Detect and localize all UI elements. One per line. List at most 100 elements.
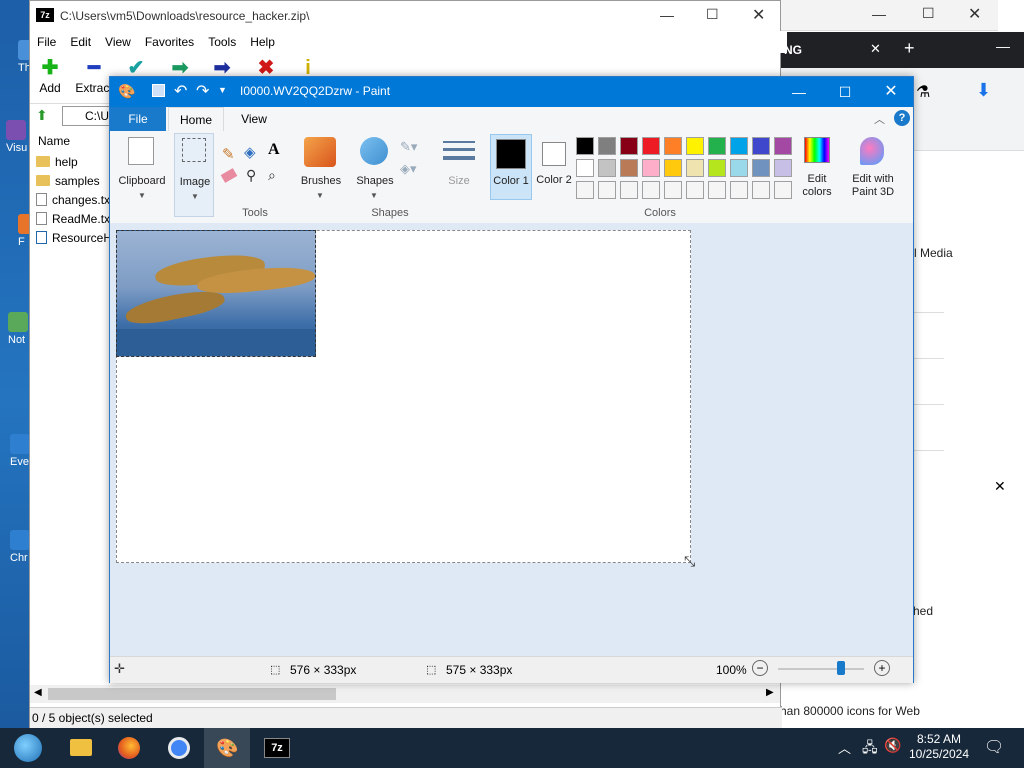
- collapse-ribbon-icon[interactable]: ︿: [874, 111, 885, 127]
- tab-file[interactable]: File: [110, 107, 166, 131]
- color-swatch[interactable]: [620, 181, 638, 199]
- color-swatch[interactable]: [664, 181, 682, 199]
- color-swatch[interactable]: [730, 159, 748, 177]
- save-icon[interactable]: [152, 84, 165, 97]
- maximize-icon[interactable]: ☐: [922, 5, 935, 22]
- color-swatch[interactable]: [576, 181, 594, 199]
- menu-view[interactable]: View: [105, 31, 131, 53]
- image-button[interactable]: Image ▼: [174, 133, 214, 217]
- color-picker-icon[interactable]: ⚲: [246, 167, 256, 184]
- list-item[interactable]: samples: [36, 172, 113, 191]
- horizontal-scrollbar[interactable]: ◀ ▶: [30, 685, 780, 703]
- add-button[interactable]: ✚ Add: [26, 55, 74, 95]
- scroll-left-icon[interactable]: ◀: [34, 687, 42, 698]
- pasted-dolphin-image[interactable]: [116, 230, 316, 357]
- menu-edit[interactable]: Edit: [70, 31, 91, 53]
- flask-icon[interactable]: ⚗: [916, 82, 930, 102]
- tab-home[interactable]: Home: [168, 107, 224, 132]
- color-swatch[interactable]: [642, 159, 660, 177]
- minimize-icon[interactable]: —: [776, 77, 822, 107]
- notifications-icon[interactable]: 🗨: [984, 737, 1004, 757]
- menu-file[interactable]: File: [37, 31, 56, 53]
- color-swatch[interactable]: [642, 181, 660, 199]
- color2-button[interactable]: Color 2: [534, 134, 574, 200]
- taskbar-file-explorer[interactable]: [58, 728, 104, 768]
- color-swatch[interactable]: [620, 159, 638, 177]
- color-swatch[interactable]: [598, 137, 616, 155]
- taskbar-7zip[interactable]: 7z: [252, 728, 298, 768]
- chevron-up-icon[interactable]: ︿: [838, 738, 851, 757]
- taskbar-firefox[interactable]: [106, 728, 152, 768]
- download-icon[interactable]: ⬇: [976, 80, 991, 101]
- new-tab-icon[interactable]: +: [904, 38, 915, 59]
- color-swatch[interactable]: [576, 159, 594, 177]
- close-icon[interactable]: ✕: [968, 4, 981, 24]
- color-swatch[interactable]: [686, 159, 704, 177]
- color-swatch[interactable]: [598, 159, 616, 177]
- maximize-icon[interactable]: ☐: [706, 6, 719, 23]
- start-button[interactable]: [4, 728, 50, 768]
- shapes-button[interactable]: Shapes ▼: [352, 133, 398, 203]
- color-swatch[interactable]: [708, 137, 726, 155]
- tab-view[interactable]: View: [226, 107, 282, 131]
- eraser-icon[interactable]: [220, 168, 238, 183]
- color-swatch[interactable]: [752, 181, 770, 199]
- pencil-icon[interactable]: ✎: [222, 145, 235, 163]
- brushes-button[interactable]: Brushes ▼: [298, 133, 344, 203]
- color-swatch[interactable]: [620, 137, 638, 155]
- minimize-icon[interactable]: —: [872, 6, 886, 22]
- help-icon[interactable]: ?: [894, 110, 910, 126]
- customize-qat-icon[interactable]: ▼: [218, 85, 227, 95]
- color-swatch[interactable]: [730, 181, 748, 199]
- zoom-slider[interactable]: [778, 668, 864, 670]
- list-item[interactable]: ReadMe.txt: [36, 210, 113, 229]
- paint3d-button[interactable]: Edit with Paint 3D: [842, 135, 904, 199]
- undo-icon[interactable]: ↶: [174, 81, 187, 101]
- color-swatch[interactable]: [576, 137, 594, 155]
- maximize-icon[interactable]: ☐: [822, 77, 868, 107]
- magnifier-icon[interactable]: ⌕: [268, 167, 276, 184]
- color-swatch[interactable]: [642, 137, 660, 155]
- color-swatch[interactable]: [730, 137, 748, 155]
- color-swatch[interactable]: [752, 137, 770, 155]
- close-icon[interactable]: ✕: [752, 5, 765, 25]
- clock[interactable]: 8:52 AM 10/25/2024: [906, 732, 972, 762]
- color-swatch[interactable]: [774, 181, 792, 199]
- color-swatch[interactable]: [686, 181, 704, 199]
- color-swatch[interactable]: [686, 137, 704, 155]
- fill-icon[interactable]: ◈: [244, 143, 256, 161]
- minimize-icon[interactable]: —: [660, 7, 674, 23]
- menu-tools[interactable]: Tools: [208, 31, 236, 53]
- color-swatch[interactable]: [598, 181, 616, 199]
- clipboard-button[interactable]: Clipboard ▼: [114, 133, 170, 217]
- color1-button[interactable]: Color 1: [490, 134, 532, 200]
- menu-favorites[interactable]: Favorites: [145, 31, 194, 53]
- redo-icon[interactable]: ↷: [196, 81, 209, 101]
- zoom-slider-thumb[interactable]: [837, 661, 845, 675]
- zoom-in-icon[interactable]: +: [874, 660, 890, 676]
- tab-close-icon[interactable]: ✕: [870, 41, 881, 57]
- network-icon[interactable]: 🖧: [862, 737, 878, 761]
- list-item[interactable]: ResourceH: [36, 229, 113, 248]
- edit-colors-button[interactable]: Edit colors: [800, 135, 834, 199]
- taskbar-chrome[interactable]: [156, 728, 202, 768]
- zoom-out-icon[interactable]: −: [752, 660, 768, 676]
- color-swatch[interactable]: [664, 159, 682, 177]
- text-icon[interactable]: A: [268, 141, 280, 159]
- scroll-right-icon[interactable]: ▶: [766, 687, 774, 698]
- column-name[interactable]: Name: [38, 134, 70, 148]
- list-item[interactable]: changes.txt: [36, 191, 113, 210]
- menu-help[interactable]: Help: [250, 31, 275, 53]
- color-swatch[interactable]: [774, 159, 792, 177]
- color-swatch[interactable]: [708, 181, 726, 199]
- close-icon[interactable]: ✕: [868, 77, 914, 107]
- list-item[interactable]: help: [36, 153, 113, 172]
- color-swatch[interactable]: [664, 137, 682, 155]
- up-folder-icon[interactable]: ⬆: [36, 107, 48, 124]
- color-swatch[interactable]: [752, 159, 770, 177]
- scroll-thumb[interactable]: [48, 688, 336, 700]
- color-swatch[interactable]: [774, 137, 792, 155]
- resize-handle-icon[interactable]: ⤡: [684, 553, 695, 570]
- volume-muted-icon[interactable]: 🔇: [884, 737, 901, 754]
- minimize-icon[interactable]: —: [996, 38, 1010, 54]
